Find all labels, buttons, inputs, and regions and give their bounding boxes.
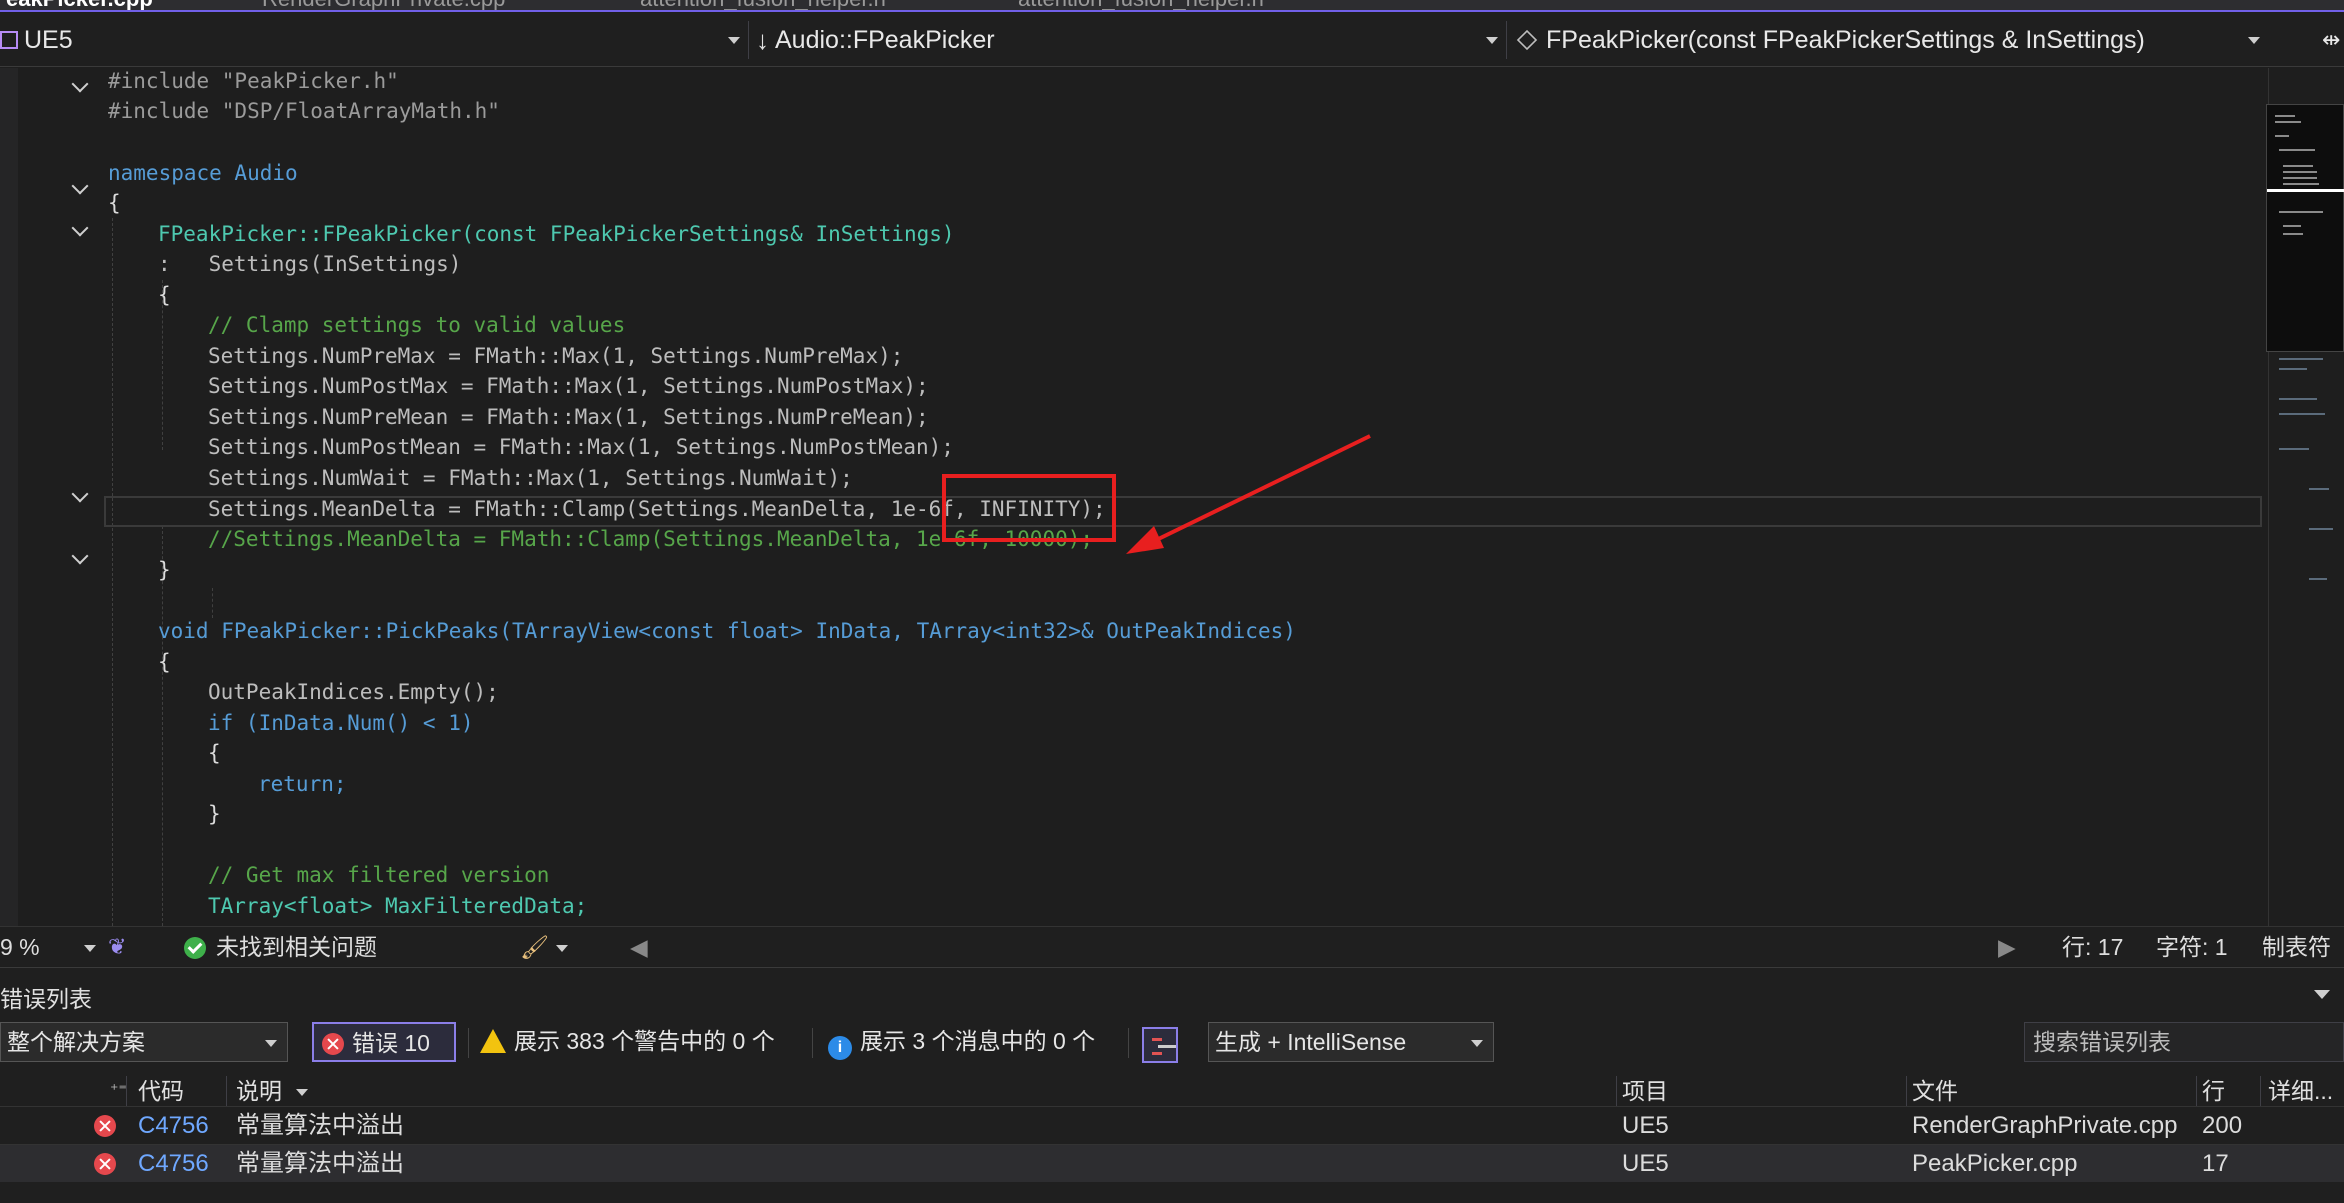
- code-line-5: {: [108, 191, 121, 215]
- code-line-17: }: [158, 558, 171, 582]
- code-line-14: Settings.NumWait = FMath::Max(1, Setting…: [208, 466, 853, 490]
- split-icon[interactable]: ⇹: [2322, 21, 2344, 59]
- warning-icon: [480, 1029, 506, 1053]
- member-name: FPeakPicker(const FPeakPickerSettings & …: [1546, 25, 2145, 54]
- chevron-down-icon: [2248, 37, 2260, 44]
- chevron-down-icon[interactable]: [2314, 990, 2330, 999]
- code-line-4: namespace Audio: [108, 161, 298, 185]
- code-line-20: {: [158, 650, 171, 674]
- errors-filter-button[interactable]: 错误 10: [312, 1022, 456, 1062]
- copilot-icon[interactable]: ❦: [108, 927, 126, 967]
- code-line-23: {: [208, 741, 221, 765]
- project-dropdown[interactable]: UE5: [0, 21, 740, 59]
- code-line-10: Settings.NumPreMax = FMath::Max(1, Setti…: [208, 344, 904, 368]
- code-line-24: return;: [258, 772, 347, 796]
- error-list-title: 错误列表: [0, 986, 92, 1012]
- chevron-down-icon: [728, 37, 740, 44]
- project-name: UE5: [24, 25, 73, 54]
- line-indicator[interactable]: 行: 17: [2062, 927, 2123, 967]
- column-header-project[interactable]: 项目: [1622, 1076, 1668, 1106]
- char-indicator[interactable]: 字符: 1: [2156, 927, 2228, 967]
- filter-icon: [1142, 1026, 1178, 1063]
- annotation-highlight-box: [942, 474, 1116, 542]
- error-icon: [322, 1033, 344, 1055]
- error-code-link[interactable]: C4756: [138, 1107, 209, 1145]
- error-search-input[interactable]: 搜索错误列表: [2024, 1022, 2344, 1062]
- health-indicator[interactable]: 未找到相关问题: [184, 927, 377, 967]
- code-line-19: void FPeakPicker::PickPeaks(TArrayView<c…: [158, 619, 1296, 643]
- messages-filter-button[interactable]: i 展示 3 个消息中的 0 个: [828, 1022, 1095, 1062]
- code-line-22: if (InData.Num() < 1): [208, 711, 474, 735]
- zoom-level[interactable]: 9 %: [0, 927, 40, 967]
- fold-toggle-icon[interactable]: [72, 78, 90, 92]
- fold-toggle-icon[interactable]: [72, 222, 90, 236]
- scroll-left-icon[interactable]: ◀: [630, 927, 648, 967]
- error-project: UE5: [1622, 1150, 1669, 1177]
- error-file: PeakPicker.cpp: [1912, 1150, 2078, 1177]
- project-icon: [0, 31, 18, 49]
- error-icon: [94, 1115, 116, 1137]
- scope-arrow-icon: ↓: [756, 24, 769, 55]
- code-line-21: OutPeakIndices.Empty();: [208, 680, 499, 704]
- error-description: 常量算法中溢出: [236, 1150, 404, 1177]
- column-header-file[interactable]: 文件: [1912, 1076, 1958, 1106]
- fold-toggle-icon[interactable]: [72, 180, 90, 194]
- warnings-filter-button[interactable]: 展示 383 个警告中的 0 个: [480, 1022, 775, 1062]
- member-dropdown[interactable]: FPeakPicker(const FPeakPickerSettings & …: [1516, 21, 2260, 59]
- error-line: 17: [2202, 1150, 2229, 1177]
- column-chooser-icon[interactable]: ⁺⁼: [110, 1076, 127, 1106]
- fold-toggle-icon[interactable]: [72, 550, 90, 564]
- column-header-line[interactable]: 行: [2202, 1076, 2225, 1106]
- code-editor[interactable]: #include "PeakPicker.h" #include "DSP/Fl…: [0, 68, 2268, 926]
- table-row[interactable]: C4756 常量算法中溢出 UE5 RenderGraphPrivate.cpp…: [0, 1106, 2344, 1144]
- error-file: RenderGraphPrivate.cpp: [1912, 1112, 2178, 1139]
- column-header-detail[interactable]: 详细...: [2268, 1076, 2333, 1106]
- fold-toggle-icon[interactable]: [72, 488, 90, 502]
- editor-margin: [0, 68, 18, 926]
- annotation-arrow-icon: [1126, 434, 1371, 554]
- navigation-bar: UE5 ↓ Audio::FPeakPicker FPeakPicker(con…: [0, 13, 2344, 67]
- code-line-6: FPeakPicker::FPeakPicker(const FPeakPick…: [158, 222, 955, 246]
- code-line-28: TArray<float> MaxFilteredData;: [208, 894, 588, 918]
- code-line-9: // Clamp settings to valid values: [208, 313, 626, 337]
- code-line-25: }: [208, 802, 221, 826]
- tab-strip: eakPicker.cpp RenderGraphPrivate.cpp att…: [0, 0, 2344, 12]
- build-filter-toggle[interactable]: [1142, 1024, 1178, 1064]
- minimap-viewport[interactable]: [2266, 104, 2344, 352]
- check-circle-icon: [184, 937, 206, 959]
- error-description: 常量算法中溢出: [236, 1112, 404, 1139]
- code-line-12: Settings.NumPreMean = FMath::Max(1, Sett…: [208, 405, 929, 429]
- code-line-7: : Settings(InSettings): [158, 252, 462, 276]
- scope-filter-dropdown[interactable]: 整个解决方案: [0, 1022, 288, 1062]
- scope-name: Audio::FPeakPicker: [775, 25, 995, 54]
- code-line-13: Settings.NumPostMean = FMath::Max(1, Set…: [208, 435, 954, 459]
- cleanup-brush-icon[interactable]: 🖌: [520, 927, 568, 967]
- column-header-code[interactable]: 代码: [138, 1076, 184, 1106]
- code-line-8: {: [158, 283, 171, 307]
- info-icon: i: [828, 1036, 852, 1060]
- error-icon: [94, 1153, 116, 1175]
- code-line-1: #include "PeakPicker.h": [108, 69, 399, 93]
- indent-mode[interactable]: 制表符: [2262, 927, 2331, 967]
- code-line-27: // Get max filtered version: [208, 863, 550, 887]
- method-icon: [1516, 29, 1538, 51]
- tab-accent-bar: [0, 10, 2344, 12]
- code-line-11: Settings.NumPostMax = FMath::Max(1, Sett…: [208, 374, 929, 398]
- zoom-dropdown-icon[interactable]: [84, 927, 96, 967]
- error-code-link[interactable]: C4756: [138, 1145, 209, 1183]
- table-row[interactable]: C4756 常量算法中溢出 UE5 PeakPicker.cpp 17: [0, 1144, 2344, 1182]
- column-header-description[interactable]: 说明: [236, 1076, 309, 1106]
- source-filter-dropdown[interactable]: 生成 + IntelliSense: [1208, 1022, 1494, 1062]
- chevron-down-icon: [1486, 37, 1498, 44]
- error-list-panel: 错误列表 整个解决方案 错误 10 展示 383 个警告中的 0 个 i 展示 3…: [0, 967, 2344, 1203]
- scope-dropdown[interactable]: ↓ Audio::FPeakPicker: [756, 21, 1498, 59]
- issues-text: 未找到相关问题: [216, 934, 377, 960]
- code-line-2: #include "DSP/FloatArrayMath.h": [108, 99, 500, 123]
- error-project: UE5: [1622, 1112, 1669, 1139]
- editor-status-bar: 9 % ❦ 未找到相关问题 🖌 ◀ ▶ 行: 17 字符: 1 制表符: [0, 926, 2344, 966]
- scroll-right-icon[interactable]: ▶: [1998, 927, 2016, 967]
- error-line: 200: [2202, 1112, 2243, 1139]
